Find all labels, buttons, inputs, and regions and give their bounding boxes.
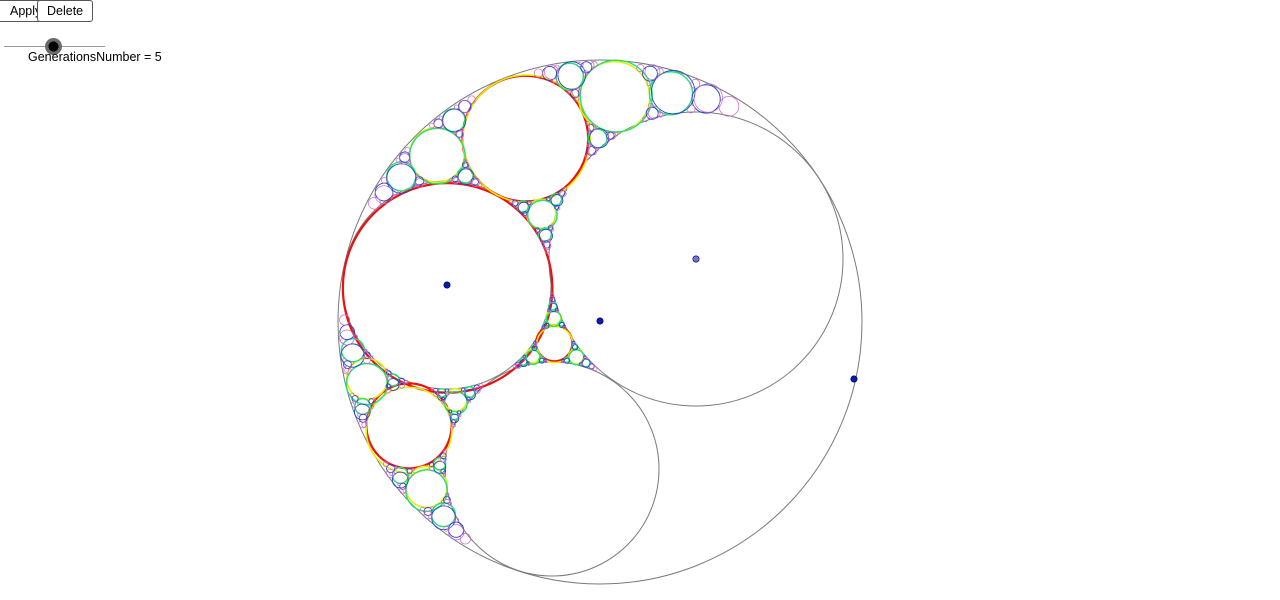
apollonian-gasket-canvas[interactable] — [0, 0, 1280, 600]
control-point-outer[interactable] — [850, 375, 858, 383]
gasket-circle-gen4 — [557, 61, 586, 90]
control-point-left[interactable] — [443, 281, 451, 289]
gasket-circle-gen5 — [458, 99, 472, 114]
gasket-circle-gen2 — [462, 74, 592, 204]
gasket-circle-gen4 — [691, 84, 721, 114]
gasket-circle-gen5 — [718, 96, 740, 117]
control-point-right[interactable] — [692, 255, 700, 263]
gasket-circle-gen5 — [467, 95, 476, 104]
gasket-circle-gen5 — [459, 533, 471, 545]
delete-button[interactable]: Delete — [37, 0, 93, 22]
gasket-circle-gen5 — [690, 78, 701, 89]
gasket-circle-gen5 — [693, 83, 723, 113]
control-point-center[interactable] — [596, 317, 604, 325]
control-points[interactable] — [443, 255, 858, 383]
gasket-circle-gen5 — [368, 196, 381, 210]
geometry-app: Apply Delete GenerationsNumber = 5 — [0, 0, 1280, 600]
seed-circle-bottom — [444, 361, 660, 577]
